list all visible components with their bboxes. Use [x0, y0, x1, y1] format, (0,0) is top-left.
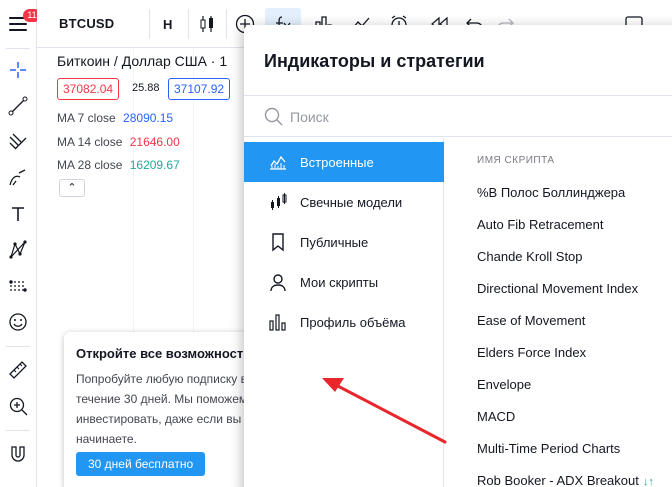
ma-label: MA 7 close	[57, 111, 116, 125]
category-public[interactable]: Публичные	[244, 222, 444, 262]
tradingview-window: 11 BTCUSD H Биткоин / Доллар США · 1 370…	[0, 0, 672, 487]
category-volume-profile[interactable]: Профиль объёма	[244, 302, 444, 342]
trend-line-icon	[8, 96, 28, 116]
symbol-search-button[interactable]: BTCUSD	[59, 16, 114, 31]
category-sidebar: Встроенные Свечные модели Публичные Мои …	[244, 138, 444, 487]
ma-label: MA 14 close	[57, 135, 123, 149]
search-bar	[244, 95, 672, 137]
chart-style-button[interactable]	[195, 12, 219, 36]
smile-icon	[9, 313, 27, 331]
toolbar-divider	[149, 9, 150, 39]
brush-icon	[9, 169, 26, 186]
toolbar-divider	[188, 9, 189, 39]
search-icon	[264, 107, 283, 126]
category-label: Мои скрипты	[300, 274, 379, 290]
ma-value: 16209.67	[129, 158, 180, 172]
candles-icon	[267, 191, 289, 213]
script-item[interactable]: MACD	[477, 409, 515, 424]
dialog-title: Индикаторы и стратегии	[264, 51, 485, 71]
measure-tool[interactable]	[4, 356, 32, 384]
legend-collapse-button[interactable]: ⌃	[59, 179, 85, 197]
candles-icon	[200, 16, 213, 32]
script-item[interactable]: Envelope	[477, 377, 531, 392]
zoom-tool[interactable]	[4, 392, 32, 420]
ma-value: 21646.00	[129, 135, 180, 149]
text-icon	[12, 207, 24, 221]
script-item[interactable]: Multi-Time Period Charts	[477, 441, 620, 456]
magnet-icon	[11, 446, 25, 462]
emoji-tool[interactable]	[4, 308, 32, 336]
script-item[interactable]: Chande Kroll Stop	[477, 249, 583, 264]
forecast-icon	[9, 280, 27, 292]
pattern-tool[interactable]	[4, 236, 32, 264]
category-label: Встроенные	[300, 154, 374, 170]
ma-value: 28090.15	[123, 111, 174, 125]
search-input[interactable]	[290, 105, 590, 129]
prediction-tool[interactable]	[4, 272, 32, 300]
category-my-scripts[interactable]: Мои скрипты	[244, 262, 444, 302]
ma-legend-row[interactable]: MA 28 close 16209.67	[57, 158, 180, 172]
symbol-legend-title[interactable]: Биткоин / Доллар США · 1	[57, 53, 227, 69]
script-item[interactable]: Elders Force Index	[477, 345, 586, 360]
drawing-toolbar: 11	[0, 0, 41, 487]
toolbar-divider	[226, 9, 227, 39]
bookmark-icon	[267, 231, 289, 253]
script-item[interactable]: Auto Fib Retracement	[477, 217, 603, 232]
crosshair-icon	[10, 62, 26, 78]
category-candles[interactable]: Свечные модели	[244, 182, 444, 222]
ruler-icon	[9, 361, 27, 379]
toolbar-divider	[6, 346, 30, 347]
spread-value: 25.88	[132, 82, 160, 94]
builtin-chart-icon	[267, 151, 289, 173]
script-column-header: ИМЯ СКРИПТА	[477, 155, 555, 166]
sell-price-button[interactable]: 37082.04	[57, 78, 120, 100]
script-item[interactable]: Directional Movement Index	[477, 281, 638, 296]
fib-tool[interactable]	[4, 128, 32, 156]
trial-promo-card: Откройте все возможности Попробуйте любу…	[64, 332, 264, 487]
toolbar-divider	[6, 430, 30, 431]
crosshair-tool[interactable]	[4, 56, 32, 84]
category-label: Свечные модели	[300, 194, 403, 210]
pattern-icon	[9, 240, 27, 259]
buy-price-button[interactable]: 37107.92	[168, 78, 231, 100]
magnet-tool[interactable]	[4, 440, 32, 468]
volume-profile-icon	[267, 311, 289, 333]
script-mark: ↓↑	[642, 476, 654, 487]
script-item[interactable]: Ease of Movement	[477, 313, 585, 328]
fib-channel-icon	[9, 133, 27, 150]
category-label: Публичные	[300, 234, 369, 250]
brush-tool[interactable]	[4, 164, 32, 192]
trend-line-tool[interactable]	[4, 92, 32, 120]
ma-legend-row[interactable]: MA 14 close 21646.00	[57, 135, 180, 149]
category-builtin[interactable]: Встроенные	[244, 142, 444, 182]
main-menu-button[interactable]: 11	[0, 0, 41, 48]
script-item[interactable]: Rob Booker - ADX Breakout ↓↑	[477, 473, 654, 487]
script-item-label: Rob Booker - ADX Breakout	[477, 473, 639, 487]
toolbar-divider	[6, 48, 30, 49]
zoom-in-icon	[9, 397, 28, 416]
script-item[interactable]: %B Полос Боллинджера	[477, 185, 625, 200]
text-tool[interactable]	[4, 200, 32, 228]
indicators-dialog: Индикаторы и стратегии Встроенные Свечны…	[244, 25, 672, 487]
ma-label: MA 28 close	[57, 158, 123, 172]
category-label: Профиль объёма	[300, 314, 406, 330]
promo-title: Откройте все возможности	[76, 346, 252, 361]
interval-button[interactable]: H	[163, 17, 172, 32]
free-trial-button[interactable]: 30 дней бесплатно	[76, 452, 206, 476]
ma-legend-row[interactable]: MA 7 close 28090.15	[57, 111, 173, 125]
user-icon	[267, 271, 289, 293]
